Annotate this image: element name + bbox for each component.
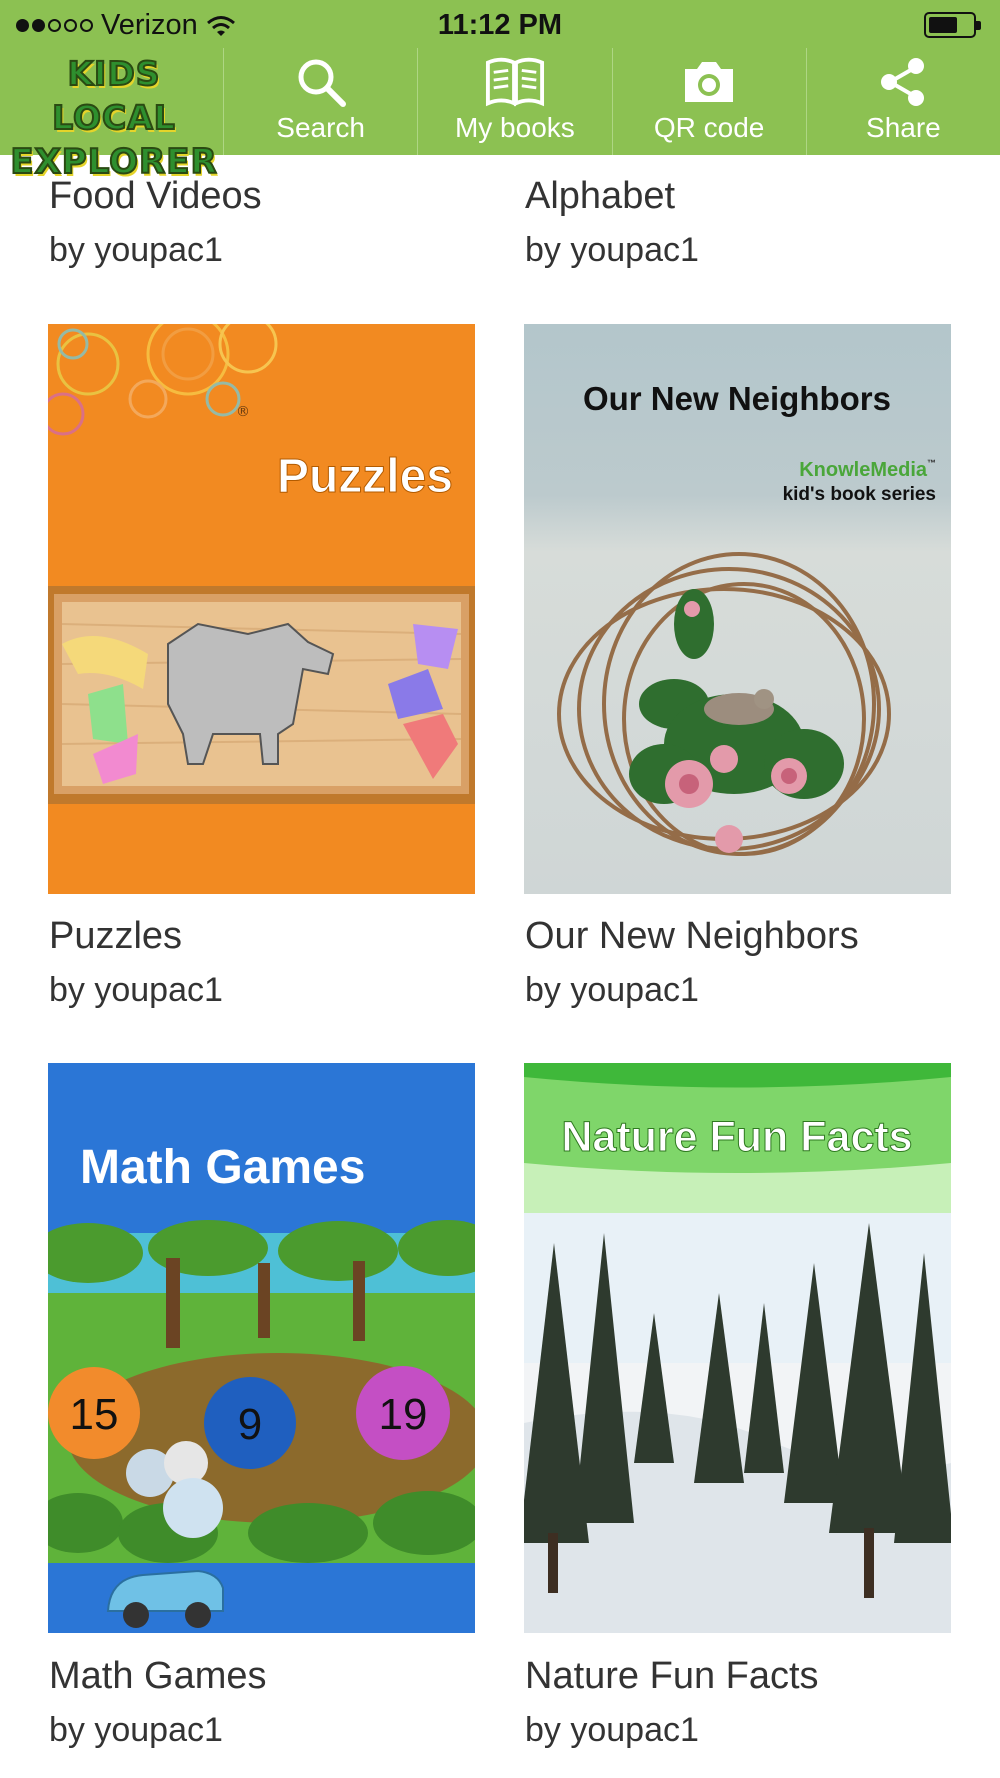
cover-title: Nature Fun Facts [561, 1113, 912, 1161]
balloon-number: 15 [70, 1390, 119, 1439]
book-icon [485, 54, 545, 110]
battery-icon [924, 12, 981, 38]
book-title[interactable]: Math Games [49, 1655, 267, 1698]
svg-text:KnowleMedia™: KnowleMedia™ [799, 458, 936, 481]
qr-code-button[interactable]: QR code [611, 48, 806, 155]
book-title[interactable]: Food Videos [49, 175, 262, 218]
share-icon [873, 54, 933, 110]
book-title[interactable]: Our New Neighbors [525, 915, 859, 958]
share-label: Share [866, 112, 941, 143]
book-cover-math-games[interactable]: Math Games 15 9 19 [48, 1063, 475, 1633]
toolbar: Search My books QR code Share [223, 48, 1000, 155]
book-author: by youpac1 [49, 1711, 223, 1749]
series-label: kid's book series [783, 484, 936, 505]
status-bar: Verizon 11:12 PM [0, 0, 1000, 50]
cover-title: Puzzles [277, 450, 453, 503]
app-header: Verizon 11:12 PM KIDS LOCAL EXPLORER Sea… [0, 0, 1000, 183]
book-author: by youpac1 [525, 1711, 699, 1749]
book-author: by youpac1 [525, 971, 699, 1009]
balloon-number: 9 [238, 1400, 262, 1449]
search-icon [291, 54, 351, 110]
search-label: Search [276, 112, 365, 143]
book-author: by youpac1 [525, 231, 699, 269]
book-title[interactable]: Nature Fun Facts [525, 1655, 819, 1698]
book-author: by youpac1 [49, 971, 223, 1009]
logo-line-1: KIDS LOCAL [51, 53, 176, 138]
qr-code-label: QR code [653, 112, 765, 143]
book-title[interactable]: Alphabet [525, 175, 675, 218]
book-cover-nature-fun-facts[interactable]: Nature Fun Facts [524, 1063, 951, 1633]
book-cover-our-new-neighbors[interactable]: Our New Neighbors KnowleMedia™ kid's boo… [524, 324, 951, 894]
book-cover-puzzles[interactable]: ® Puzzles [48, 324, 475, 894]
registered-mark: ® [236, 404, 250, 420]
share-button[interactable]: Share [805, 48, 1000, 155]
book-author: by youpac1 [49, 231, 223, 269]
cover-title: Our New Neighbors [583, 380, 891, 417]
balloon-number: 19 [379, 1390, 428, 1439]
trademark-mark: ™ [927, 458, 936, 468]
camera-icon [679, 54, 739, 110]
clock: 11:12 PM [437, 9, 563, 41]
my-books-button[interactable]: My books [417, 48, 611, 155]
publisher-name: KnowleMedia [799, 459, 928, 481]
my-books-label: My books [454, 112, 575, 143]
cover-title: Math Games [80, 1141, 365, 1194]
search-button[interactable]: Search [223, 48, 417, 155]
book-title[interactable]: Puzzles [49, 915, 182, 958]
app-logo[interactable]: KIDS LOCAL EXPLORER [8, 52, 220, 183]
